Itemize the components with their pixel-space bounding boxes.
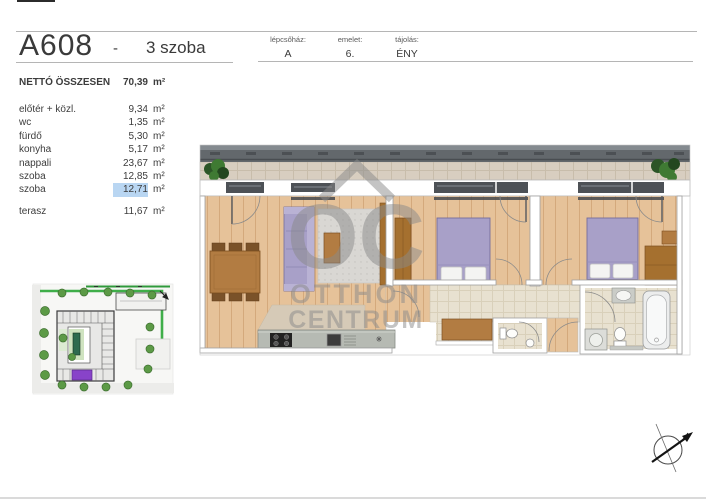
room-unit: m² [153,170,175,183]
room-unit: m² [153,116,175,129]
room-unit: m² [153,183,175,196]
terrace-floor [200,162,690,180]
title-separator: - [113,40,118,57]
site-plan [32,283,174,397]
room-value: 5,30 [113,130,148,143]
area-row: előtér + közl. 9,34 m² [19,103,189,116]
staircase-value: A [257,48,319,60]
unit-id: A608 [19,29,93,63]
area-row: wc 1,35 m² [19,116,189,129]
terrace-value: 11,67 [113,205,148,218]
staircase-label: lépcsőház: [257,35,319,44]
courtyard-pool [73,333,80,355]
room-value: 1,35 [113,116,148,129]
unit-type: 3 szoba [146,38,206,58]
bath-toilet-icon [615,328,626,341]
area-rows: előtér + közl. 9,34 m² wc 1,35 m² fürdő … [19,103,189,197]
building-outline [57,311,114,381]
room-label: wc [19,116,113,129]
room-unit: m² [153,130,175,143]
sink-icon [327,334,341,346]
stove-icon [270,333,292,347]
info-col-floor: emelet: 6. [319,35,381,60]
bed-2 [587,218,638,282]
room-label: szoba [19,183,113,196]
area-total-row: NETTÓ ÖSSZESEN 70,39 m² [19,76,189,89]
floor-label: emelet: [319,35,381,44]
orientation-value: ÉNY [376,48,438,60]
room-label: fürdő [19,130,113,143]
compass-icon [646,422,698,474]
room-unit: m² [153,103,175,116]
area-total-value: 70,39 [113,76,148,89]
room-unit: m² [153,157,175,170]
info-table-underline [258,61,693,62]
page-bottom-rule [0,497,706,499]
room-value: 5,17 [113,143,148,156]
watermark-line1: OTTHON [290,279,422,309]
room-value: 23,67 [113,157,148,170]
room-label: szoba [19,170,113,183]
area-row: szoba 12,85 m² [19,170,189,183]
highlighted-unit [72,370,92,380]
info-col-staircase: lépcsőház: A [257,35,319,60]
orientation-label: tájolás: [376,35,438,44]
wc-toilet-icon [507,329,518,338]
header-top-rule [16,31,697,32]
hallway-floor [430,285,580,322]
area-row: fürdő 5,30 m² [19,130,189,143]
dining-set [210,243,260,301]
terrace-label: terasz [19,205,113,218]
hall-cabinet [442,319,492,340]
apartment-datasheet: A608 - 3 szoba lépcsőház: A emelet: 6. t… [0,0,706,500]
area-terrace-row: terasz 11,67 m² [19,205,189,218]
terrace-unit: m² [153,205,175,218]
watermark-monogram: OC [287,186,425,288]
area-row: nappali 23,67 m² [19,157,189,170]
info-col-orientation: tájolás: ÉNY [376,35,438,60]
room-label: nappali [19,157,113,170]
room-label: előtér + közl. [19,103,113,116]
desk [662,231,678,244]
room-value: 9,34 [113,103,148,116]
room-unit: m² [153,143,175,156]
wc-toilet-tank [500,328,506,339]
floor-plan: OC OTTHON CENTRUM [196,115,692,365]
wc-room [493,318,547,353]
watermark-line2: CENTRUM [288,306,424,334]
entry-floor [547,318,578,352]
room-value: 12,85 [113,170,148,183]
area-row: konyha 5,17 m² [19,143,189,156]
niche-wall [436,341,494,345]
wc-sink-icon [526,339,534,347]
neighbor-building [116,293,166,310]
room-value-highlighted: 12,71 [113,183,148,196]
terrace-railing [200,145,690,162]
floor-value: 6. [319,48,381,60]
wardrobe-2 [645,246,678,285]
room-label: konyha [19,143,113,156]
watermark: OC OTTHON CENTRUM [287,165,425,334]
area-total-unit: m² [153,76,175,89]
bed-1 [437,218,490,284]
area-row: szoba 12,71 m² [19,183,189,196]
area-total-label: NETTÓ ÖSSZESEN [19,76,113,89]
scan-artifact [17,0,55,2]
